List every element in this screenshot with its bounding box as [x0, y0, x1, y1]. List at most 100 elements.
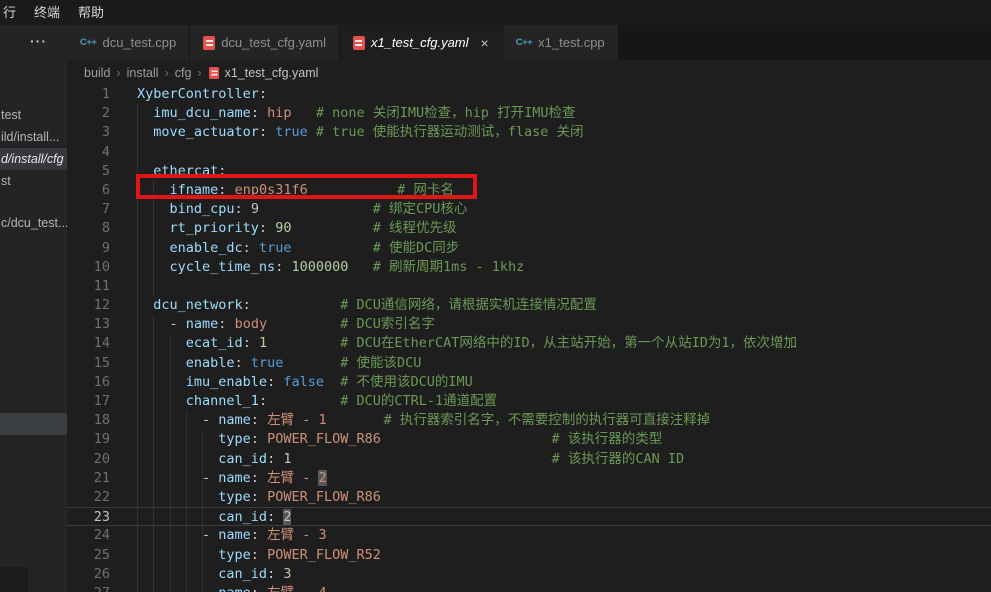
code-text: can_id: 1 # 该执行器的CAN ID: [110, 450, 684, 469]
tab-dcu_test.cpp[interactable]: C++dcu_test.cpp: [67, 25, 190, 60]
tab-x1_test.cpp[interactable]: C++ x1_test.cpp: [503, 25, 619, 60]
line-number: 16: [67, 373, 110, 392]
code-line[interactable]: 12 dcu_network: # DCU通信网络，请根据实机连接情况配置: [67, 296, 991, 315]
breadcrumb-separator: ›: [197, 66, 201, 80]
code-line[interactable]: 7 bind_cpu: 9 # 绑定CPU核心: [67, 200, 991, 219]
code-line[interactable]: 23 can_id: 2: [67, 507, 991, 526]
sidebar-item-4[interactable]: c/dcu_test...: [0, 212, 67, 234]
code-line[interactable]: 9 enable_dc: true # 使能DC同步: [67, 239, 991, 258]
code-line[interactable]: 16 imu_enable: false # 不使用该DCU的IMU: [67, 373, 991, 392]
line-number: 20: [67, 450, 110, 469]
line-number: 10: [67, 258, 110, 277]
code-line[interactable]: 5 ethercat:: [67, 162, 991, 181]
tab-x1_test_cfg.yaml[interactable]: x1_test_cfg.yaml ×: [340, 25, 503, 60]
line-number: 25: [67, 546, 110, 565]
code-text: dcu_network: # DCU通信网络，请根据实机连接情况配置: [110, 296, 597, 315]
code-text: ifname: enp0s31f6 # 网卡名: [110, 181, 454, 200]
code-text: bind_cpu: 9 # 绑定CPU核心: [110, 200, 467, 219]
line-number: 12: [67, 296, 110, 315]
line-number: 19: [67, 430, 110, 449]
more-actions-button[interactable]: ···: [30, 33, 47, 49]
tab-label: x1_test_cfg.yaml: [371, 35, 469, 50]
code-text: - name: 左臂 - 2: [110, 469, 327, 488]
sidebar-item-2[interactable]: d/install/cfg: [0, 148, 67, 170]
code-line[interactable]: 17 channel_1: # DCU的CTRL-1通道配置: [67, 392, 991, 411]
editor-group: C++dcu_test.cppdcu_test_cfg.yamlx1_test_…: [67, 25, 991, 592]
code-line[interactable]: 14 ecat_id: 1 # DCU在EtherCAT网络中的ID，从主站开始…: [67, 334, 991, 353]
code-line[interactable]: 13 - name: body # DCU索引名字: [67, 315, 991, 334]
line-number: 7: [67, 200, 110, 219]
line-number: 21: [67, 469, 110, 488]
code-line[interactable]: 22 type: POWER_FLOW_R86: [67, 488, 991, 507]
code-line[interactable]: 15 enable: true # 使能该DCU: [67, 354, 991, 373]
code-text: ethercat:: [110, 162, 226, 181]
sidebar-corner: [0, 567, 28, 592]
cpp-file-icon: C++: [516, 37, 532, 48]
code-text: can_id: 2: [110, 508, 291, 527]
code-line[interactable]: 18 - name: 左臂 - 1 # 执行器索引名字，不需要控制的执行器可直接…: [67, 411, 991, 430]
code-text: type: POWER_FLOW_R52: [110, 546, 381, 565]
line-number: 27: [67, 584, 110, 592]
yaml-file-icon: [353, 36, 365, 50]
code-line[interactable]: 4: [67, 143, 991, 162]
tab-label: x1_test.cpp: [538, 35, 605, 50]
line-number: 2: [67, 104, 110, 123]
code-line[interactable]: 1XyberController:: [67, 85, 991, 104]
tab-bar: C++dcu_test.cppdcu_test_cfg.yamlx1_test_…: [67, 25, 991, 60]
code-text: can_id: 3: [110, 565, 291, 584]
code-line[interactable]: 26 can_id: 3: [67, 565, 991, 584]
vscode-window: 行 终端 帮助 ··· testild/install...d/install/…: [0, 0, 991, 592]
line-number: 3: [67, 123, 110, 142]
code-text: ecat_id: 1 # DCU在EtherCAT网络中的ID，从主站开始，第一…: [110, 334, 797, 353]
tab-label: dcu_test.cpp: [102, 35, 176, 50]
code-line[interactable]: 10 cycle_time_ns: 1000000 # 刷新周期1ms - 1k…: [67, 258, 991, 277]
sidebar-item-0[interactable]: test: [0, 104, 67, 126]
breadcrumb-install[interactable]: install: [127, 66, 159, 80]
tab-dcu_test_cfg.yaml[interactable]: dcu_test_cfg.yaml: [190, 25, 340, 60]
line-number: 17: [67, 392, 110, 411]
sidebar-item-3[interactable]: st: [0, 170, 67, 192]
sidebar-list: testild/install...d/install/cfgst c/dcu_t…: [0, 104, 67, 234]
code-line[interactable]: 25 type: POWER_FLOW_R52: [67, 546, 991, 565]
menu-item-help[interactable]: 帮助: [69, 0, 113, 25]
line-number: 8: [67, 219, 110, 238]
close-icon[interactable]: ×: [481, 36, 489, 50]
breadcrumb-cfg[interactable]: cfg: [175, 66, 192, 80]
code-line[interactable]: 24 - name: 左臂 - 3: [67, 526, 991, 545]
code-text: cycle_time_ns: 1000000 # 刷新周期1ms - 1khz: [110, 258, 524, 277]
code-editor[interactable]: 1XyberController:2 imu_dcu_name: hip # n…: [67, 85, 991, 592]
code-line[interactable]: 2 imu_dcu_name: hip # none 关闭IMU检查，hip 打…: [67, 104, 991, 123]
code-text: type: POWER_FLOW_R86 # 该执行器的类型: [110, 430, 662, 449]
code-line[interactable]: 20 can_id: 1 # 该执行器的CAN ID: [67, 450, 991, 469]
yaml-file-icon: [203, 36, 215, 50]
code-text: - name: body # DCU索引名字: [110, 315, 435, 334]
code-text: - name: 左臂 - 4: [110, 584, 327, 592]
sidebar-selected-row[interactable]: [0, 413, 67, 435]
breadcrumb-build[interactable]: build: [84, 66, 110, 80]
code-line[interactable]: 11: [67, 277, 991, 296]
code-text: type: POWER_FLOW_R86: [110, 488, 381, 507]
code-text: enable_dc: true # 使能DC同步: [110, 239, 459, 258]
code-line[interactable]: 19 type: POWER_FLOW_R86 # 该执行器的类型: [67, 430, 991, 449]
line-number: 23: [67, 508, 110, 527]
breadcrumb-file[interactable]: x1_test_cfg.yaml: [225, 66, 319, 80]
code-lines: 1XyberController:2 imu_dcu_name: hip # n…: [67, 85, 991, 592]
sidebar-item-1[interactable]: ild/install...: [0, 126, 67, 148]
sidebar: ··· testild/install...d/install/cfgst c/d…: [0, 25, 67, 592]
code-text: XyberController:: [110, 85, 267, 104]
menu-item-run[interactable]: 行: [0, 0, 25, 25]
line-number: 14: [67, 334, 110, 353]
line-number: 6: [67, 181, 110, 200]
breadcrumb-separator: ›: [165, 66, 169, 80]
code-line[interactable]: 8 rt_priority: 90 # 线程优先级: [67, 219, 991, 238]
code-line[interactable]: 27 - name: 左臂 - 4: [67, 584, 991, 592]
code-line[interactable]: 21 - name: 左臂 - 2: [67, 469, 991, 488]
line-number: 22: [67, 488, 110, 507]
code-line[interactable]: 3 move_actuator: true # true 使能执行器运动测试，f…: [67, 123, 991, 142]
tab-label: dcu_test_cfg.yaml: [221, 35, 326, 50]
code-line[interactable]: 6 ifname: enp0s31f6 # 网卡名: [67, 181, 991, 200]
line-number: 13: [67, 315, 110, 334]
menu-item-terminal[interactable]: 终端: [25, 0, 69, 25]
code-text: - name: 左臂 - 1 # 执行器索引名字，不需要控制的执行器可直接注释掉: [110, 411, 710, 430]
code-text: imu_dcu_name: hip # none 关闭IMU检查，hip 打开I…: [110, 104, 576, 123]
